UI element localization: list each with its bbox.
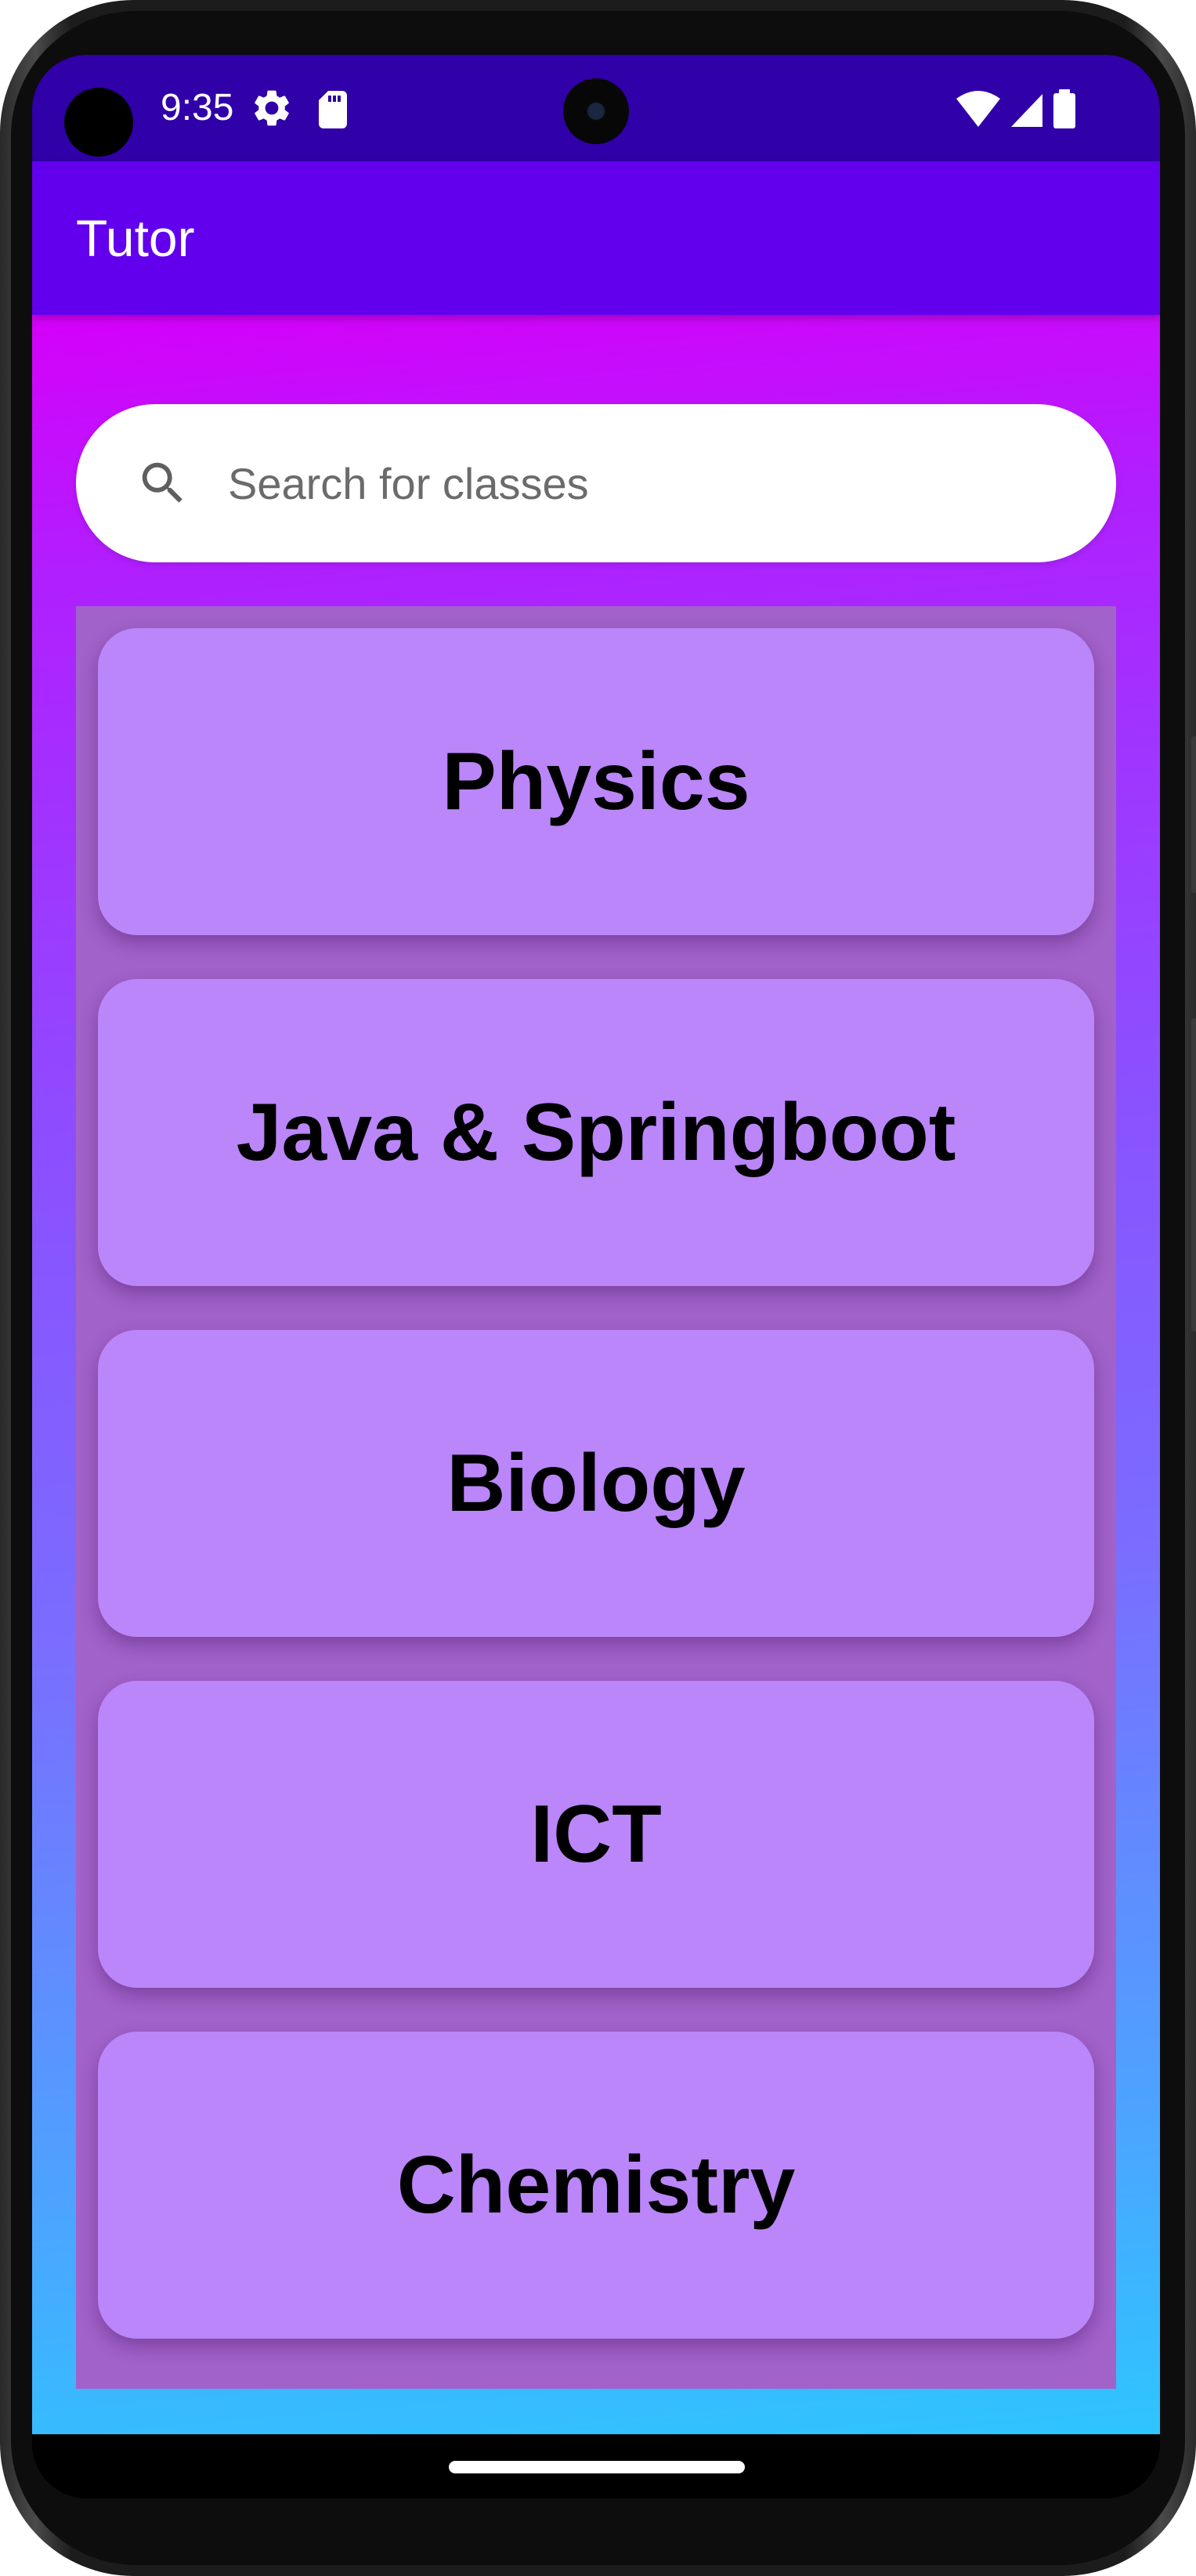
class-card-label: ICT [530, 1788, 662, 1880]
class-card-ict[interactable]: ICT [98, 1681, 1094, 1988]
class-card-physics[interactable]: Physics [98, 628, 1094, 935]
class-card-java-springboot[interactable]: Java & Springboot [98, 979, 1094, 1286]
class-list: Physics Java & Springboot Biology ICT Ch… [76, 606, 1116, 2389]
wifi-icon [956, 91, 1000, 127]
home-gesture-handle[interactable] [449, 2461, 745, 2473]
search-input[interactable] [226, 443, 1075, 523]
search-bar[interactable] [76, 404, 1116, 562]
screen-cutout [64, 88, 133, 157]
status-right-icons [956, 89, 1075, 128]
class-card-chemistry[interactable]: Chemistry [98, 2032, 1094, 2339]
phone-power-button [1191, 736, 1196, 893]
device-screen: 9:35 Tutor Search for classes Physics Ja… [32, 55, 1160, 2498]
class-card-label: Chemistry [396, 2139, 796, 2231]
class-card-biology[interactable]: Biology [98, 1330, 1094, 1637]
main-content: Physics Java & Springboot Biology ICT Ch… [32, 315, 1160, 2434]
front-camera [563, 78, 629, 144]
class-card-label: Physics [442, 735, 750, 827]
settings-gear-icon [255, 90, 289, 126]
phone-frame: 9:35 Tutor Search for classes Physics Ja… [0, 0, 1196, 2576]
battery-icon [1053, 89, 1075, 128]
navigation-bar [32, 2434, 1160, 2498]
cellular-signal-icon [1011, 94, 1042, 127]
phone-volume-button [1191, 1018, 1196, 1331]
app-bar: Tutor [32, 161, 1160, 315]
status-bar: 9:35 [32, 55, 1160, 161]
sd-card-icon [319, 91, 347, 128]
status-time: 9:35 [161, 87, 234, 128]
class-card-label: Biology [446, 1437, 746, 1529]
search-icon [142, 462, 182, 503]
app-title: Tutor [76, 209, 195, 267]
class-card-label: Java & Springboot [236, 1086, 956, 1178]
